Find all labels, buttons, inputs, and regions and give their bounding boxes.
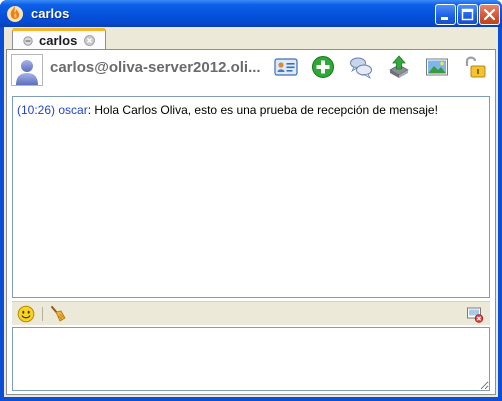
message-text: Hola Carlos Oliva, esto es una prueba de… [94,103,438,117]
contact-card-icon [274,58,298,76]
chat-history-button[interactable] [348,54,374,80]
chat-transcript[interactable]: (10:26) oscar: Hola Carlos Oliva, esto e… [12,96,490,298]
message-input[interactable] [12,327,490,391]
chat-message: (10:26) oscar: Hola Carlos Oliva, esto e… [17,103,485,118]
emoticon-icon [17,305,35,323]
tab-strip: carlos [4,27,498,50]
screenshot-icon [467,307,484,323]
title-bar[interactable]: carlos [0,0,502,27]
contact-card-button[interactable] [273,54,299,80]
send-file-button[interactable] [386,54,412,80]
contact-display-name: carlos@oliva-server2012.oli... [50,59,261,76]
emoticon-button[interactable] [17,305,35,323]
input-toolbar [12,301,490,325]
encryption-button[interactable] [462,54,488,80]
minimize-button[interactable] [435,4,456,25]
unlock-icon [465,56,486,78]
message-timestamp: (10:26) [17,103,56,117]
tab-label: carlos [39,33,78,48]
send-image-button[interactable] [424,54,450,80]
chat-window: carlos carlos carlos@oliva-server2012.ol… [0,0,502,401]
clear-broom-icon [51,306,66,322]
chat-history-icon [350,57,372,80]
maximize-icon [461,8,474,21]
toolbar-separator [42,307,43,321]
clear-chat-button[interactable] [49,305,67,323]
contact-avatar [11,54,43,86]
presence-icon [23,36,33,46]
close-icon [483,8,496,21]
chat-panel: carlos@oliva-server2012.oli... (10:26) o… [6,49,496,395]
spark-flame-icon [7,6,23,22]
close-button[interactable] [479,4,500,25]
send-image-icon [426,58,448,76]
message-sender: oscar [58,103,88,117]
user-avatar-icon [16,60,38,85]
window-title: carlos [31,6,70,21]
maximize-button[interactable] [457,4,478,25]
send-file-icon [389,55,409,78]
tab-carlos[interactable]: carlos [12,28,106,50]
add-contact-button[interactable] [310,54,336,80]
add-contact-icon [312,56,334,78]
window-client-area: carlos carlos@oliva-server2012.oli... (1… [4,27,498,397]
minimize-icon [441,17,448,20]
tab-close-icon[interactable] [84,35,95,46]
screenshot-button[interactable] [466,306,484,323]
